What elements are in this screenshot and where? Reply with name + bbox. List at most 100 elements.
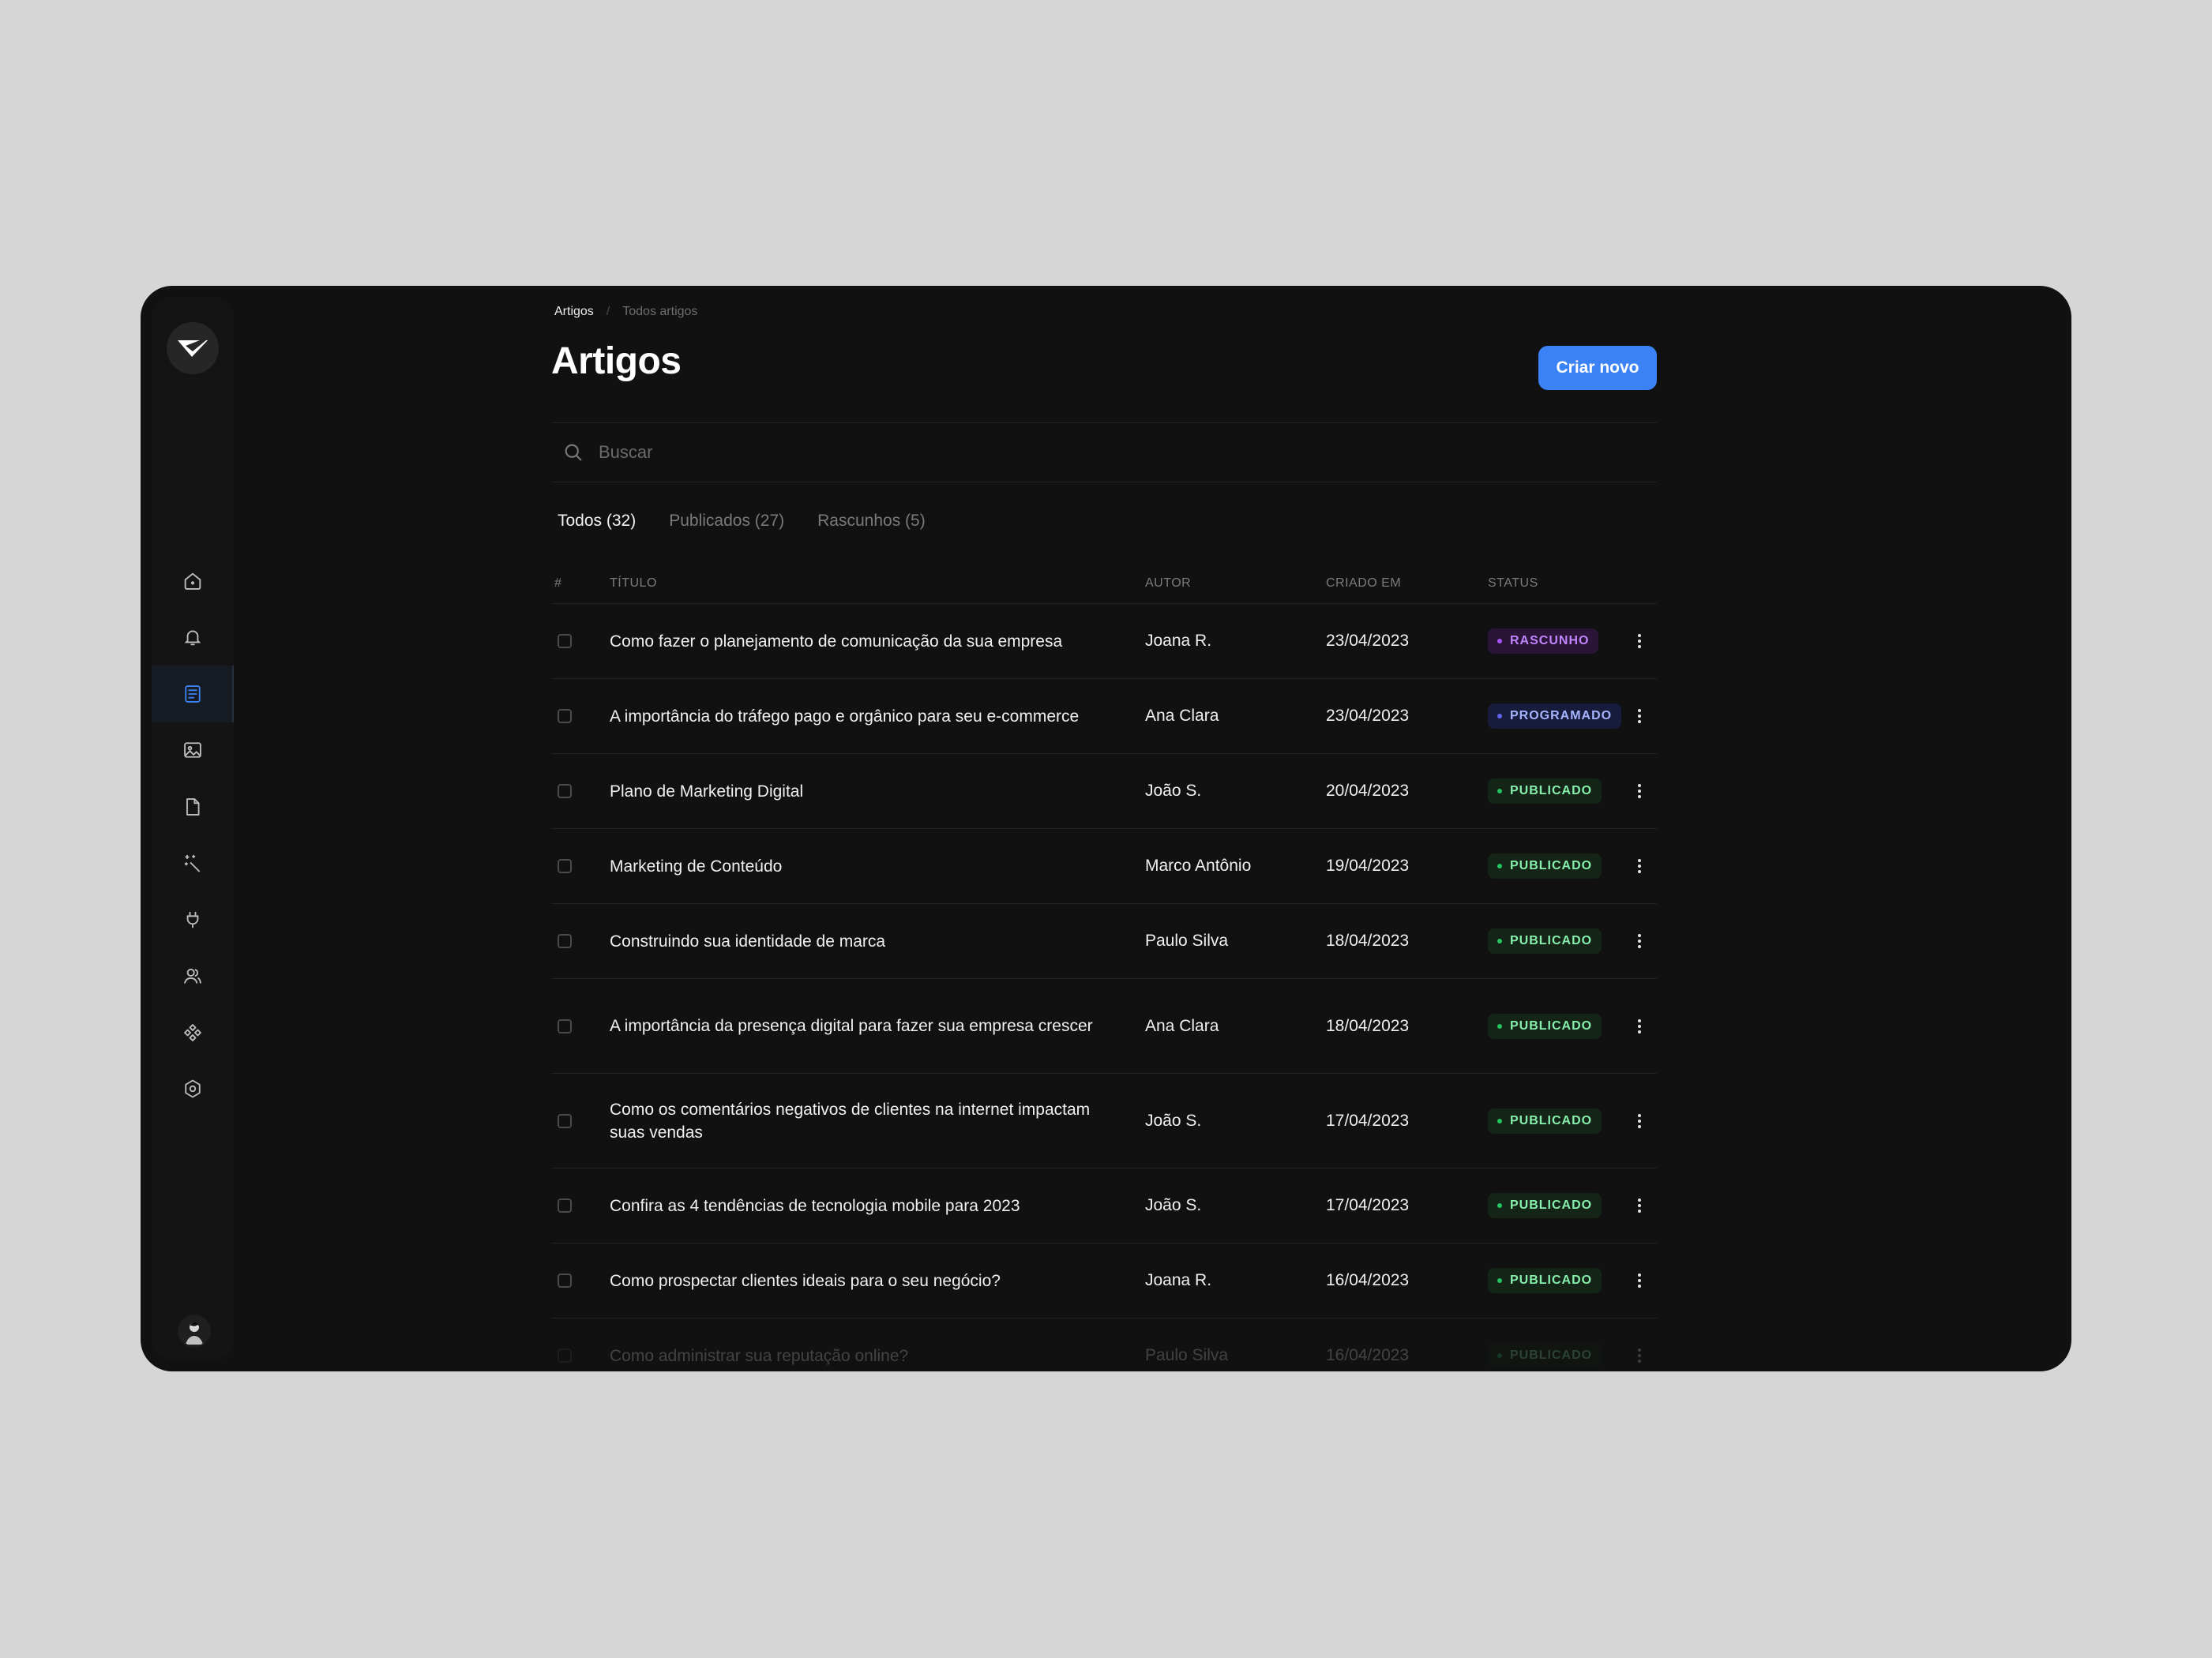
more-vertical-icon[interactable] (1628, 930, 1651, 952)
status-badge: PROGRAMADO (1488, 703, 1622, 729)
article-author: Marco Antônio (1145, 857, 1252, 875)
status-cell: PROGRAMADO (1488, 703, 1622, 729)
sidebar-item-home[interactable] (152, 553, 234, 610)
tab-published[interactable]: Publicados (27) (669, 512, 784, 531)
sidebar-item-notifications[interactable] (152, 610, 234, 666)
more-vertical-icon[interactable] (1628, 1195, 1651, 1217)
tab-all[interactable]: Todos (32) (558, 512, 636, 531)
table-row[interactable]: Marketing de Conteúdo Marco Antônio 19/04/… (551, 829, 1657, 904)
sidebar-item-integrations[interactable] (152, 891, 234, 948)
row-checkbox[interactable] (558, 1274, 572, 1288)
row-select-cell (551, 1113, 610, 1128)
article-title[interactable]: Como fazer o planejamento de comunicação… (610, 630, 1145, 653)
row-checkbox[interactable] (558, 1349, 572, 1363)
image-icon (184, 742, 201, 758)
status-badge: PUBLICADO (1488, 1193, 1602, 1218)
status-cell: PUBLICADO (1488, 1013, 1622, 1039)
column-header-created[interactable]: CRIADO EM (1326, 576, 1488, 591)
tab-drafts[interactable]: Rascunhos (5) (817, 512, 926, 531)
status-dot (1497, 939, 1502, 943)
sidebar-item-plugins[interactable] (152, 1004, 234, 1061)
more-vertical-icon[interactable] (1628, 1110, 1651, 1132)
more-vertical-icon[interactable] (1628, 780, 1651, 802)
search-input[interactable] (597, 441, 1548, 463)
row-select-cell (551, 709, 610, 723)
article-author: Paulo Silva (1145, 1346, 1229, 1364)
create-new-button[interactable]: Criar novo (1538, 346, 1657, 390)
status-badge: PUBLICADO (1488, 928, 1602, 954)
breadcrumb-item-articles[interactable]: Artigos (554, 305, 594, 319)
status-dot (1497, 714, 1502, 718)
breadcrumb-item-current: Todos artigos (622, 305, 698, 318)
row-select-cell (551, 1018, 610, 1033)
column-header-status[interactable]: STATUS (1488, 576, 1622, 591)
status-cell: PUBLICADO (1488, 928, 1622, 954)
table-row[interactable]: Como administrar sua reputação online? Pa… (551, 1319, 1657, 1371)
article-date: 18/04/2023 (1326, 1016, 1410, 1035)
status-label: PUBLICADO (1510, 1198, 1593, 1212)
more-vertical-icon[interactable] (1628, 630, 1651, 652)
sidebar-nav (152, 553, 234, 1117)
row-checkbox[interactable] (558, 1113, 572, 1128)
home-icon (184, 572, 201, 590)
articles-table: # TÍTULO AUTOR CRIADO EM STATUS Como faz… (551, 564, 1657, 1371)
column-header-author[interactable]: AUTOR (1145, 576, 1326, 591)
sidebar-item-magic[interactable] (152, 835, 234, 892)
article-title[interactable]: Como prospectar clientes ideais para o s… (610, 1270, 1145, 1292)
article-date: 16/04/2023 (1326, 1346, 1410, 1364)
status-cell: PUBLICADO (1488, 853, 1622, 879)
article-date: 23/04/2023 (1326, 632, 1410, 650)
row-checkbox[interactable] (558, 934, 572, 948)
sidebar-item-articles[interactable] (152, 666, 234, 722)
table-row[interactable]: Plano de Marketing Digital João S. 20/04/2… (551, 754, 1657, 829)
row-actions-cell (1622, 1015, 1657, 1037)
article-date: 18/04/2023 (1326, 932, 1410, 950)
row-checkbox[interactable] (558, 1198, 572, 1213)
more-vertical-icon[interactable] (1628, 705, 1651, 727)
article-title[interactable]: Como administrar sua reputação online? (610, 1345, 1145, 1367)
table-row[interactable]: A importância do tráfego pago e orgânico… (551, 679, 1657, 754)
table-row[interactable]: A importância da presença digital para f… (551, 979, 1657, 1074)
row-checkbox[interactable] (558, 784, 572, 798)
row-checkbox[interactable] (558, 634, 572, 648)
table-header: # TÍTULO AUTOR CRIADO EM STATUS (551, 564, 1657, 604)
user-avatar[interactable] (178, 1315, 211, 1348)
article-date: 17/04/2023 (1326, 1196, 1410, 1214)
more-vertical-icon[interactable] (1628, 855, 1651, 877)
sidebar-item-pages[interactable] (152, 778, 234, 835)
article-title[interactable]: A importância do tráfego pago e orgânico… (610, 705, 1145, 728)
article-title[interactable]: Construindo sua identidade de marca (610, 930, 1145, 953)
status-badge: PUBLICADO (1488, 778, 1602, 804)
sidebar-item-settings[interactable] (152, 1061, 234, 1118)
article-title[interactable]: A importância da presença digital para f… (610, 1015, 1145, 1037)
row-select-cell (551, 634, 610, 648)
status-label: PROGRAMADO (1510, 709, 1613, 722)
article-author: João S. (1145, 1111, 1202, 1130)
column-header-title[interactable]: TÍTULO (610, 576, 1145, 591)
sidebar-item-media[interactable] (152, 722, 234, 779)
row-actions-cell (1622, 855, 1657, 877)
more-vertical-icon[interactable] (1628, 1345, 1651, 1367)
row-checkbox[interactable] (558, 859, 572, 873)
logo-check-icon[interactable] (167, 322, 219, 374)
article-author: Joana R. (1145, 1271, 1212, 1289)
table-row[interactable]: Como fazer o planejamento de comunicação… (551, 604, 1657, 679)
row-actions-cell (1622, 1110, 1657, 1132)
article-title[interactable]: Plano de Marketing Digital (610, 780, 1145, 803)
more-vertical-icon[interactable] (1628, 1015, 1651, 1037)
row-checkbox[interactable] (558, 709, 572, 723)
status-label: RASCUNHO (1510, 634, 1590, 647)
row-checkbox[interactable] (558, 1018, 572, 1033)
status-cell: PUBLICADO (1488, 1343, 1622, 1368)
article-date: 20/04/2023 (1326, 782, 1410, 800)
article-title[interactable]: Como os comentários negativos de cliente… (610, 1098, 1145, 1144)
status-badge: PUBLICADO (1488, 1268, 1602, 1293)
sidebar-item-users[interactable] (152, 948, 234, 1005)
table-row[interactable]: Como os comentários negativos de cliente… (551, 1074, 1657, 1168)
table-row[interactable]: Construindo sua identidade de marca Paulo… (551, 904, 1657, 979)
table-row[interactable]: Como prospectar clientes ideais para o s… (551, 1244, 1657, 1319)
article-title[interactable]: Marketing de Conteúdo (610, 855, 1145, 878)
table-row[interactable]: Confira as 4 tendências de tecnologia mo… (551, 1168, 1657, 1244)
more-vertical-icon[interactable] (1628, 1270, 1651, 1292)
article-title[interactable]: Confira as 4 tendências de tecnologia mo… (610, 1195, 1145, 1217)
